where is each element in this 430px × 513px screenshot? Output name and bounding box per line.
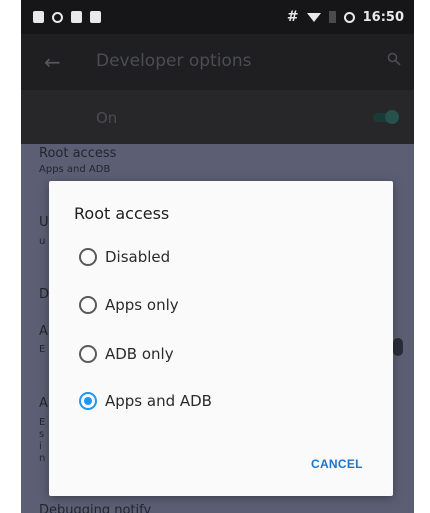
setting-item-a2-summary-line4: n [39,453,46,464]
signal-icon [328,11,336,23]
search-icon[interactable] [387,52,401,66]
developer-options-master-switch-row[interactable]: On [21,90,414,144]
option-label: Disabled [105,248,171,266]
setting-item-a-summary: E [39,344,46,355]
status-bar: # 16:50 [21,0,414,34]
settings-notification-icon [52,11,63,23]
setting-item-a2-summary-line1: E [39,417,46,428]
sync-icon [343,11,355,23]
clock: 16:50 [362,9,404,25]
hash-icon: # [286,9,299,25]
system-icons: # 16:50 [287,9,404,25]
page-title: Developer options [96,51,252,71]
notification-app-icon [33,11,44,23]
master-switch-label: On [96,109,118,127]
setting-item-a[interactable]: A [39,324,48,340]
category-header-d: D [39,287,50,302]
mail-icon [71,11,82,23]
setting-item-a2-summary-line3: i [39,441,42,452]
notification-icons [33,11,101,23]
cancel-button[interactable]: CANCEL [305,453,369,475]
option-apps-only[interactable]: Apps only [79,292,179,318]
back-arrow-icon[interactable]: ← [44,50,61,74]
phone-screen: # 16:50 ← Developer options On Root acce… [21,0,414,513]
setting-item-u[interactable]: U [39,215,49,231]
debugging-notify-setting[interactable]: Debugging notify [39,503,151,513]
setting-toggle[interactable] [393,338,403,356]
radio-button[interactable] [79,296,97,314]
option-label: Apps and ADB [105,392,212,410]
setting-item-a2-summary-line2: s [39,429,45,440]
root-access-dialog: Root access Disabled Apps only ADB only … [49,181,393,496]
download-icon [90,11,101,23]
option-disabled[interactable]: Disabled [79,244,170,270]
dialog-title: Root access [74,204,170,223]
app-toolbar: ← Developer options [21,34,414,90]
toggle-thumb [385,110,399,124]
radio-button[interactable] [79,345,97,363]
radio-button-selected[interactable] [79,392,97,410]
setting-item-u-summary: u [39,236,46,247]
option-label: Apps only [105,296,179,314]
option-adb-only[interactable]: ADB only [79,341,174,367]
radio-button[interactable] [79,248,97,266]
root-access-setting-summary: Apps and ADB [39,164,111,175]
option-label: ADB only [105,345,174,363]
master-switch-toggle[interactable] [373,110,399,124]
option-apps-and-adb[interactable]: Apps and ADB [79,388,212,414]
root-access-setting-title[interactable]: Root access [39,146,116,162]
setting-item-a2[interactable]: A [39,396,48,412]
wifi-icon [306,13,321,22]
